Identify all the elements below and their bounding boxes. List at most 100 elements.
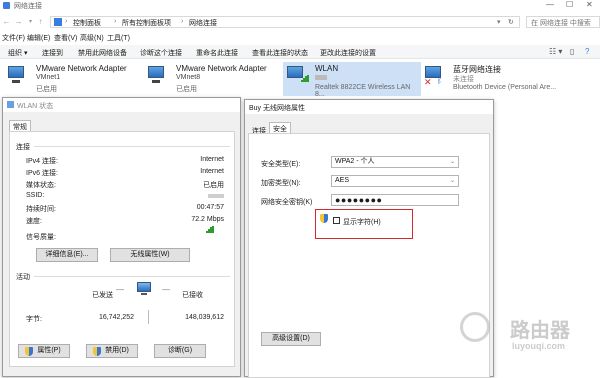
wlan-adapter-icon bbox=[287, 66, 309, 84]
activity-header: 活动 bbox=[16, 274, 30, 281]
uac-shield-icon bbox=[93, 347, 101, 356]
diagnose-dialog-button[interactable]: 诊断(G) bbox=[154, 344, 206, 358]
search-box[interactable]: 在 网络连接 中搜索 bbox=[526, 16, 600, 28]
diagnose-button[interactable]: 诊断这个连接 bbox=[140, 48, 182, 58]
disable-device-button[interactable]: 禁用此网络设备 bbox=[78, 48, 127, 58]
tab-security[interactable]: 安全 bbox=[269, 122, 291, 133]
wireless-properties-dialog: Buy 无线网络属性 连接 安全 安全类型(E): WPA2 - 个人 ⌄ 加密… bbox=[244, 99, 494, 378]
connection-header: 连接 bbox=[16, 144, 30, 151]
watermark-name: 路由器 bbox=[510, 320, 570, 342]
adapter-name: WLAN bbox=[315, 64, 339, 73]
minimize-button[interactable]: — bbox=[546, 0, 554, 9]
dialog-titlebar: WLAN 状态 bbox=[3, 98, 240, 112]
adapter-name: VMware Network Adapter bbox=[36, 64, 127, 73]
network-activity-icon bbox=[134, 282, 154, 298]
adapter-sub: 未连接 bbox=[453, 76, 474, 83]
adapter-sub: VMnet8 bbox=[176, 74, 201, 81]
adapter-sub: VMnet1 bbox=[36, 74, 61, 81]
encryption-type-select[interactable]: AES ⌄ bbox=[331, 175, 459, 187]
search-input[interactable]: 在 网络连接 中搜索 bbox=[531, 18, 591, 28]
control-panel-icon bbox=[54, 18, 62, 26]
adapter-name: VMware Network Adapter bbox=[176, 64, 267, 73]
recent-locations-icon[interactable]: ▾ bbox=[26, 17, 35, 27]
back-arrow-icon[interactable]: ← bbox=[2, 17, 11, 27]
change-settings-button[interactable]: 更改此连接的设置 bbox=[320, 48, 376, 58]
view-status-button[interactable]: 查看此连接的状态 bbox=[252, 48, 308, 58]
general-panel: 连接 IPv4 连接: Internet IPv6 连接: Internet 媒… bbox=[9, 131, 235, 367]
security-panel: 安全类型(E): WPA2 - 个人 ⌄ 加密类型(N): AES ⌄ 网络安全… bbox=[248, 133, 490, 378]
adapter-vmnet8[interactable]: VMware Network Adapter VMnet8 已启用 bbox=[144, 62, 282, 96]
address-bar[interactable]: › 控制面板 › 所有控制面板项 › 网络连接 ▾ ↻ bbox=[50, 16, 520, 28]
address-bar-row: ← → ▾ ↑ › 控制面板 › 所有控制面板项 › 网络连接 ▾ ↻ 在 网络… bbox=[0, 14, 600, 30]
sent-label: 已发送 bbox=[92, 292, 113, 299]
menu-advanced[interactable]: 高级(N) bbox=[80, 33, 104, 43]
wireless-properties-button[interactable]: 无线属性(W) bbox=[110, 248, 190, 262]
uac-shield-icon bbox=[320, 214, 328, 223]
security-type-select[interactable]: WPA2 - 个人 ⌄ bbox=[331, 156, 459, 168]
disable-button[interactable]: 禁用(D) bbox=[86, 344, 138, 358]
adapter-status: 已启用 bbox=[176, 86, 197, 93]
organize-button[interactable]: 组织 ▾ bbox=[8, 48, 27, 58]
status-label: 媒体状态: bbox=[26, 182, 56, 189]
forward-arrow-icon[interactable]: → bbox=[14, 17, 23, 27]
disable-button-label: 禁用(D) bbox=[105, 347, 129, 354]
help-icon[interactable]: ? bbox=[585, 47, 589, 56]
uac-shield-icon bbox=[25, 347, 33, 356]
close-button[interactable]: ✕ bbox=[586, 0, 593, 9]
status-label: 信号质量: bbox=[26, 234, 56, 241]
menu-view[interactable]: 查看(V) bbox=[54, 33, 77, 43]
network-folder-icon bbox=[3, 2, 10, 9]
received-label: 已接收 bbox=[182, 292, 203, 299]
chevron-down-icon: ⌄ bbox=[449, 159, 455, 165]
connect-to-button[interactable]: 连接到 bbox=[42, 48, 63, 58]
menu-file[interactable]: 文件(F) bbox=[2, 33, 25, 43]
status-label: 持续时间: bbox=[26, 206, 56, 213]
dialog-titlebar: Buy 无线网络属性 bbox=[245, 100, 493, 114]
show-characters-checkbox[interactable] bbox=[333, 217, 340, 224]
preview-pane-icon[interactable]: ▯ bbox=[570, 47, 574, 56]
bytes-sent: 16,742,252 bbox=[98, 314, 134, 321]
view-options-icon[interactable]: ☷ ▾ bbox=[549, 47, 562, 56]
status-value: 00:47:57 bbox=[196, 204, 224, 211]
properties-button-label: 属性(P) bbox=[37, 347, 61, 354]
tab-general[interactable]: 常规 bbox=[9, 120, 31, 131]
network-adapter-icon bbox=[148, 66, 170, 84]
adapter-status: 已启用 bbox=[36, 86, 57, 93]
status-value: 已启用 bbox=[203, 182, 224, 189]
advanced-settings-button[interactable]: 高级设置(D) bbox=[261, 332, 321, 346]
details-button[interactable]: 详细信息(E)... bbox=[36, 248, 98, 262]
watermark-logo-icon bbox=[460, 312, 490, 342]
breadcrumb-control-panel[interactable]: 控制面板 bbox=[73, 18, 101, 28]
adapter-status: Bluetooth Device (Personal Are... bbox=[453, 84, 557, 91]
window-title: 网络连接 bbox=[14, 3, 42, 10]
adapter-vmnet1[interactable]: VMware Network Adapter VMnet1 已启用 bbox=[4, 62, 144, 96]
maximize-button[interactable]: ☐ bbox=[566, 0, 573, 9]
rename-button[interactable]: 重命名此连接 bbox=[196, 48, 238, 58]
signal-quality-icon bbox=[206, 226, 214, 233]
menu-tools[interactable]: 工具(T) bbox=[107, 33, 130, 43]
properties-button[interactable]: 属性(P) bbox=[18, 344, 70, 358]
status-value: 72.2 Mbps bbox=[191, 216, 224, 223]
status-label: IPv6 连接: bbox=[26, 170, 58, 177]
command-bar: 组织 ▾ 连接到 禁用此网络设备 诊断这个连接 重命名此连接 查看此连接的状态 … bbox=[0, 45, 600, 59]
watermark-url: luyouqi.com bbox=[512, 341, 566, 351]
wlan-icon bbox=[7, 101, 14, 108]
bytes-label: 字节: bbox=[26, 316, 42, 323]
encryption-type-label: 加密类型(N): bbox=[261, 180, 301, 187]
security-key-input[interactable]: ●●●●●●●● bbox=[331, 194, 459, 206]
wlan-status-dialog: WLAN 状态 常规 连接 IPv4 连接: Internet IPv6 连接:… bbox=[2, 97, 241, 377]
adapter-bluetooth[interactable]: ✕ ᛒ 蓝牙网络连接 未连接 Bluetooth Device (Persona… bbox=[423, 62, 583, 96]
security-key-label: 网络安全密钥(K) bbox=[261, 199, 313, 206]
status-label: SSID: bbox=[26, 192, 45, 199]
chevron-down-icon: ⌄ bbox=[449, 178, 455, 184]
dropdown-icon[interactable]: ▾ bbox=[497, 18, 501, 26]
breadcrumb-all-items[interactable]: 所有控制面板项 bbox=[122, 18, 171, 28]
disconnected-x-icon: ✕ bbox=[424, 77, 432, 87]
dialog-title: WLAN 状态 bbox=[17, 103, 54, 110]
up-arrow-icon[interactable]: ↑ bbox=[36, 17, 45, 27]
menu-edit[interactable]: 编辑(E) bbox=[27, 33, 50, 43]
adapter-wlan[interactable]: WLAN Realtek 8822CE Wireless LAN 8... bbox=[283, 62, 421, 98]
dialog-title: Buy 无线网络属性 bbox=[249, 105, 306, 112]
breadcrumb-network-connections[interactable]: 网络连接 bbox=[189, 18, 217, 28]
refresh-icon[interactable]: ↻ bbox=[508, 18, 514, 26]
